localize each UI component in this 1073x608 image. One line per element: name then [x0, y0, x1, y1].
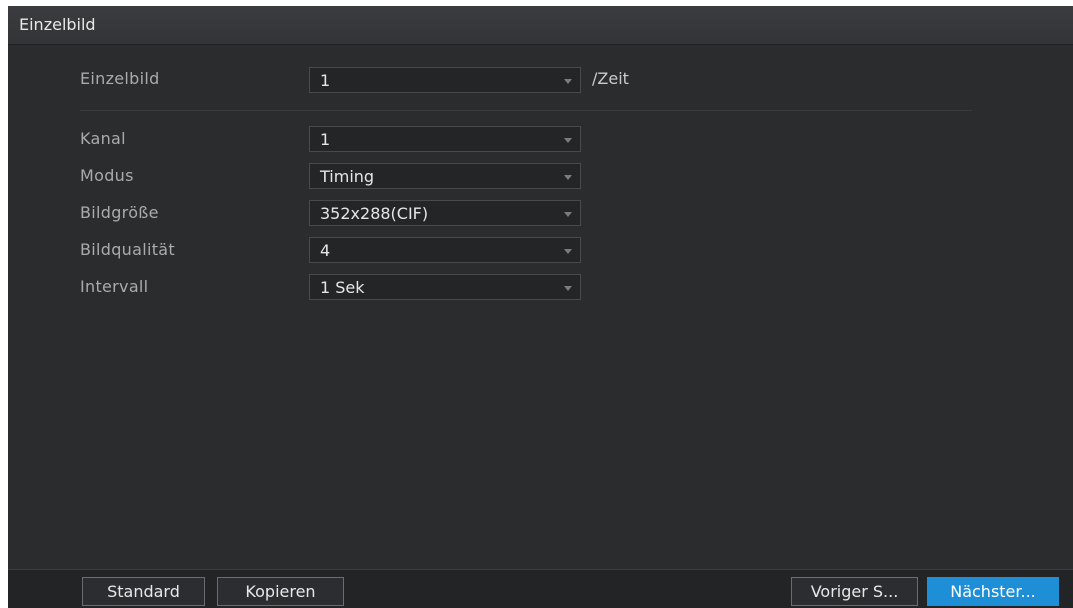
- kopieren-button[interactable]: Kopieren: [217, 577, 344, 606]
- chevron-down-icon: [564, 138, 572, 143]
- bildqualitaet-label: Bildqualität: [80, 240, 175, 259]
- modus-label: Modus: [80, 166, 134, 185]
- kanal-select[interactable]: 1: [309, 126, 581, 152]
- bildqualitaet-select[interactable]: 4: [309, 237, 581, 263]
- bildqualitaet-value: 4: [320, 241, 331, 260]
- chevron-down-icon: [564, 79, 572, 84]
- modus-select[interactable]: Timing: [309, 163, 581, 189]
- back-button[interactable]: Voriger S...: [791, 577, 918, 606]
- next-button[interactable]: Nächster...: [927, 577, 1059, 606]
- chevron-down-icon: [564, 286, 572, 291]
- intervall-select[interactable]: 1 Sek: [309, 274, 581, 300]
- bildgroesse-label: Bildgröße: [80, 203, 159, 222]
- einzelbild-value: 1: [320, 71, 331, 90]
- bildgroesse-select[interactable]: 352x288(CIF): [309, 200, 581, 226]
- chevron-down-icon: [564, 175, 572, 180]
- title-bar: Einzelbild: [8, 6, 1073, 45]
- einzelbild-suffix: /Zeit: [592, 69, 629, 88]
- bildgroesse-value: 352x288(CIF): [320, 204, 429, 223]
- einzelbild-window: Einzelbild Einzelbild 1 /Zeit Kanal 1 Mo…: [8, 6, 1073, 608]
- einzelbild-label: Einzelbild: [80, 69, 160, 88]
- standard-button[interactable]: Standard: [82, 577, 205, 606]
- chevron-down-icon: [564, 249, 572, 254]
- kanal-label: Kanal: [80, 129, 126, 148]
- window-title: Einzelbild: [19, 15, 96, 34]
- chevron-down-icon: [564, 212, 572, 217]
- einzelbild-select[interactable]: 1: [309, 67, 581, 93]
- kanal-value: 1: [320, 130, 331, 149]
- section-divider: [80, 110, 972, 111]
- intervall-value: 1 Sek: [320, 278, 365, 297]
- intervall-label: Intervall: [80, 277, 149, 296]
- modus-value: Timing: [320, 167, 375, 186]
